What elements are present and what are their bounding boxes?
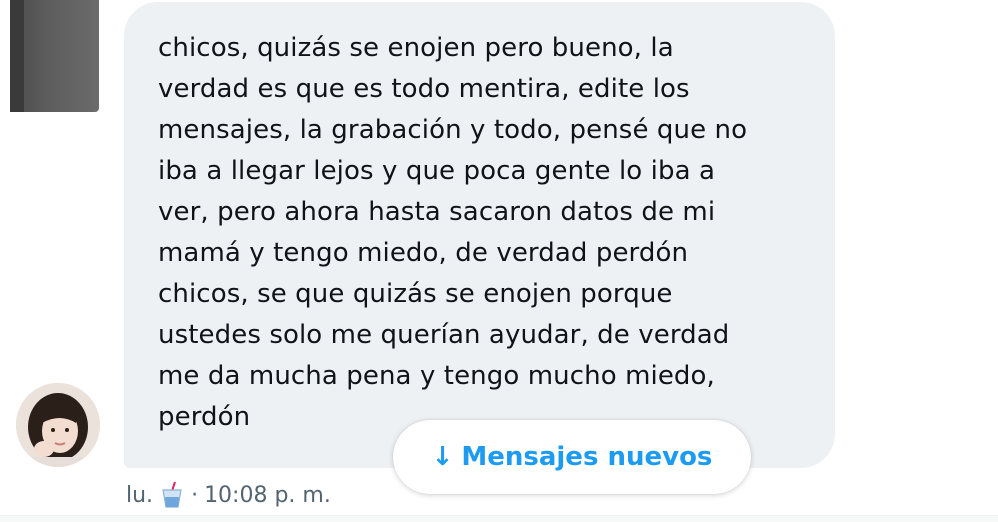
sender-name: lu. — [126, 482, 154, 508]
arrow-down-icon: ↓ — [431, 442, 454, 472]
message-text: chicos, quizás se enojen pero bueno, la … — [158, 33, 748, 432]
bottom-divider — [0, 515, 998, 522]
avatar[interactable] — [16, 383, 100, 467]
message-time: 10:08 p. m. — [204, 482, 331, 508]
message-meta: lu. · 10:08 p. m. — [126, 478, 331, 512]
avatar-image — [16, 383, 100, 467]
message-bubble[interactable]: chicos, quizás se enojen pero bueno, la … — [124, 2, 835, 468]
new-messages-label: Mensajes nuevos — [461, 442, 713, 472]
meta-separator: · — [191, 482, 199, 508]
cup-drink-icon[interactable] — [159, 481, 185, 509]
previous-message-image[interactable] — [10, 0, 99, 112]
new-messages-button[interactable]: ↓ Mensajes nuevos — [393, 420, 751, 494]
